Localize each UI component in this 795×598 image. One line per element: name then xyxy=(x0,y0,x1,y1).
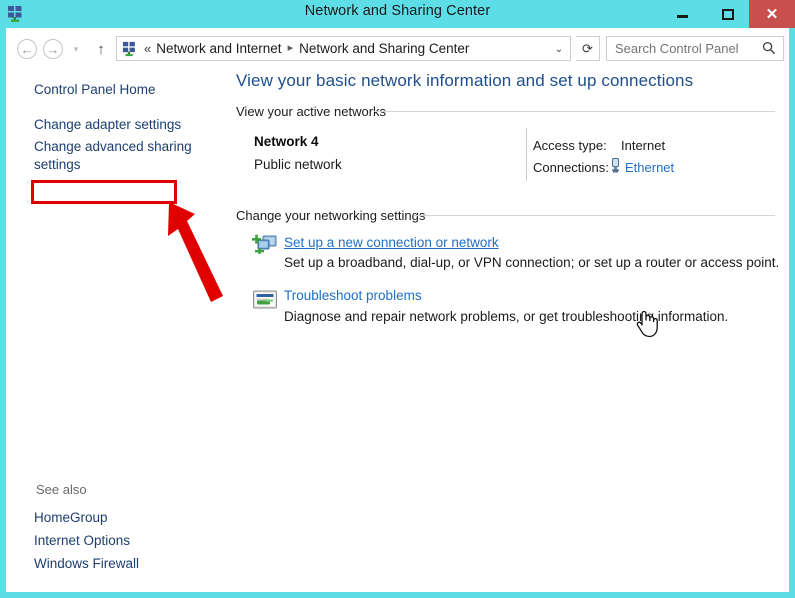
up-one-level-button[interactable]: ↑ xyxy=(92,39,110,59)
sidebar: Control Panel Home Change adapter settin… xyxy=(6,68,225,592)
access-type-value: Internet xyxy=(621,138,666,153)
setup-new-connection-link[interactable]: Set up a new connection or network xyxy=(284,235,499,250)
minimize-icon xyxy=(677,15,688,18)
breadcrumb-network-and-internet[interactable]: Network and Internet xyxy=(156,41,281,56)
new-connection-icon xyxy=(251,233,279,261)
close-button[interactable]: ✕ xyxy=(749,0,795,28)
troubleshoot-problems-description: Diagnose and repair network problems, or… xyxy=(284,309,729,324)
window-body: Control Panel Home Change adapter settin… xyxy=(6,68,789,592)
search-input[interactable] xyxy=(615,41,755,56)
section-heading-active-networks: View your active networks xyxy=(236,104,395,119)
sidebar-item-change-advanced-sharing-settings[interactable]: Change advanced sharing settings xyxy=(34,138,209,174)
troubleshoot-icon xyxy=(251,287,279,315)
navigation-bar: ← → ▾ ↑ « Network and Internet ▸ Network… xyxy=(6,28,789,68)
breadcrumb-separator-icon: ▸ xyxy=(287,42,294,54)
chevron-down-icon: ⌄ xyxy=(554,44,564,55)
section-divider xyxy=(373,111,775,112)
page-title: View your basic network information and … xyxy=(236,71,694,90)
title-bar: Network and Sharing Center ✕ xyxy=(0,0,795,28)
network-icon xyxy=(122,41,138,57)
recent-locations-button[interactable]: ▾ xyxy=(69,42,83,56)
refresh-button[interactable]: ⟳ xyxy=(576,36,600,61)
ethernet-connection-link[interactable]: Ethernet xyxy=(625,160,674,175)
maximize-icon xyxy=(721,8,734,20)
back-arrow-icon: ← xyxy=(20,41,34,57)
sidebar-item-homegroup[interactable]: HomeGroup xyxy=(34,509,209,527)
access-type-label: Access type: xyxy=(533,138,607,153)
refresh-icon: ⟳ xyxy=(582,40,593,56)
breadcrumb-network-and-sharing-center[interactable]: Network and Sharing Center xyxy=(299,41,469,56)
maximize-button[interactable] xyxy=(705,0,750,28)
close-icon: ✕ xyxy=(765,5,779,23)
sidebar-item-change-adapter-settings[interactable]: Change adapter settings xyxy=(34,116,209,134)
address-bar[interactable]: « Network and Internet ▸ Network and Sha… xyxy=(116,36,571,61)
breadcrumb-overflow-icon[interactable]: « xyxy=(144,41,151,56)
back-button[interactable]: ← xyxy=(17,39,37,59)
forward-button[interactable]: → xyxy=(43,39,63,59)
network-details-divider xyxy=(526,128,527,181)
chevron-down-icon: ▾ xyxy=(73,43,79,54)
forward-arrow-icon: → xyxy=(46,41,60,57)
active-network-type: Public network xyxy=(254,157,342,172)
ethernet-plug-icon xyxy=(610,158,621,173)
search-icon[interactable] xyxy=(762,41,776,58)
network-sharing-center-window: Network and Sharing Center ✕ ← → ▾ ↑ « N… xyxy=(0,0,795,598)
up-arrow-icon: ↑ xyxy=(97,40,105,58)
troubleshoot-problems-link[interactable]: Troubleshoot problems xyxy=(284,288,422,303)
search-box[interactable] xyxy=(606,36,784,61)
highlight-box-change-adapter-settings xyxy=(31,180,177,204)
minimize-button[interactable] xyxy=(660,0,705,28)
sidebar-item-windows-firewall[interactable]: Windows Firewall xyxy=(34,555,209,573)
address-dropdown-button[interactable]: ⌄ xyxy=(551,41,567,58)
connections-label: Connections: xyxy=(533,160,609,175)
active-network-name: Network 4 xyxy=(254,134,319,149)
setup-new-connection-description: Set up a broadband, dial-up, or VPN conn… xyxy=(284,255,780,270)
section-heading-networking-settings: Change your networking settings xyxy=(236,208,434,223)
sidebar-item-internet-options[interactable]: Internet Options xyxy=(34,532,209,550)
main-content: View your basic network information and … xyxy=(225,68,789,592)
see-also-heading: See also xyxy=(36,482,87,497)
sidebar-item-control-panel-home[interactable]: Control Panel Home xyxy=(34,81,209,99)
section-divider xyxy=(414,215,775,216)
